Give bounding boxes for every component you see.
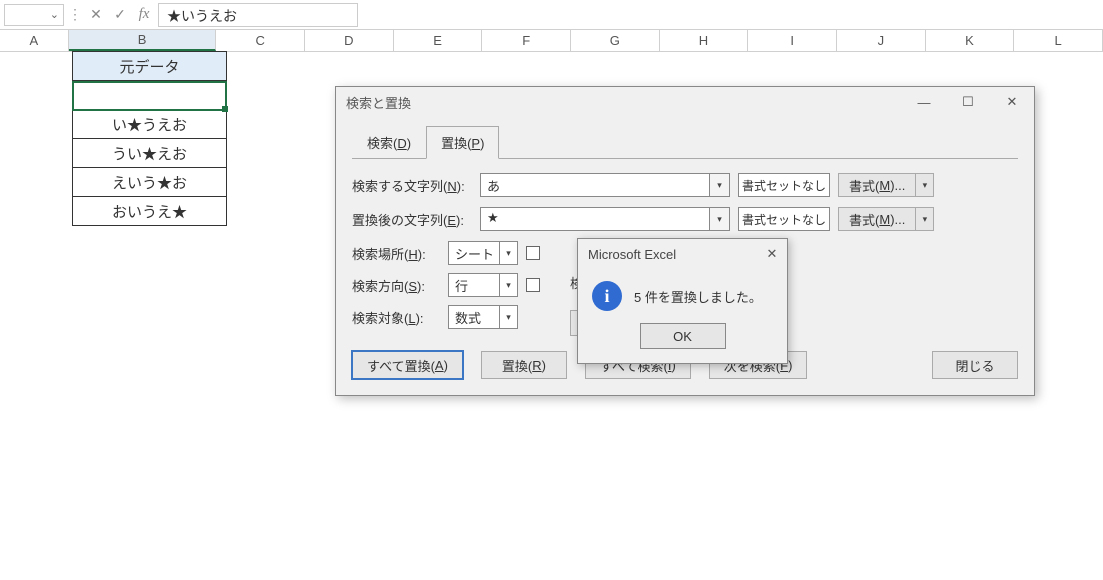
col-header-L[interactable]: L (1014, 30, 1103, 51)
ok-button[interactable]: OK (640, 323, 726, 349)
formula-bar: ⌄ ⋮ ✕ ✓ fx ★いうえお (0, 0, 1103, 30)
minimize-icon[interactable]: — (902, 87, 946, 117)
replace-format-button[interactable]: 書式(M)... ▾ (838, 207, 934, 231)
table-header[interactable]: 元データ (72, 51, 227, 81)
name-box-arrow: ⌄ (50, 8, 59, 21)
col-header-K[interactable]: K (926, 30, 1015, 51)
replace-button[interactable]: 置換(R) (481, 351, 567, 379)
replace-label: 置換後の文字列(E): (352, 210, 472, 229)
find-dropdown-icon[interactable]: ▾ (710, 173, 730, 197)
direction-label: 検索方向(S): (352, 276, 440, 295)
col-header-J[interactable]: J (837, 30, 926, 51)
checkbox[interactable] (526, 278, 540, 292)
tab-find[interactable]: 検索(D) (352, 126, 426, 159)
column-headers: A B C D E F G H I J K L (0, 30, 1103, 52)
maximize-icon[interactable]: ☐ (946, 87, 990, 117)
col-header-A[interactable]: A (0, 30, 69, 51)
within-select[interactable]: シート▾ (448, 241, 518, 265)
close-icon[interactable]: ✕ (763, 245, 781, 263)
direction-select[interactable]: 行▾ (448, 273, 518, 297)
table-row[interactable]: うい★えお (72, 138, 227, 168)
worksheet-grid[interactable]: A B C D E F G H I J K L 元データ ★いうえお い★うえお… (0, 30, 1103, 52)
col-header-C[interactable]: C (216, 30, 305, 51)
replace-dropdown-icon[interactable]: ▾ (710, 207, 730, 231)
enter-icon[interactable]: ✓ (110, 5, 130, 25)
table-row[interactable]: おいうえ★ (72, 196, 227, 226)
msgbox-title: Microsoft Excel (588, 247, 676, 262)
close-button[interactable]: 閉じる (932, 351, 1018, 379)
col-header-B[interactable]: B (69, 30, 217, 51)
info-icon: i (592, 281, 622, 311)
find-format-button[interactable]: 書式(M)... ▾ (838, 173, 934, 197)
formula-input[interactable]: ★いうえお (158, 3, 358, 27)
replace-all-button[interactable]: すべて置換(A) (352, 351, 463, 379)
msgbox-titlebar[interactable]: Microsoft Excel ✕ (578, 239, 787, 269)
msgbox-message: 5 件を置換しました。 (634, 287, 762, 306)
replace-input[interactable]: ★ (480, 207, 710, 231)
col-header-E[interactable]: E (394, 30, 483, 51)
dialog-title: 検索と置換 (346, 93, 411, 112)
dialog-titlebar[interactable]: 検索と置換 — ☐ ✕ (336, 87, 1034, 117)
lookin-label: 検索対象(L): (352, 308, 440, 327)
tab-replace[interactable]: 置換(P) (426, 126, 499, 159)
find-input[interactable]: あ (480, 173, 710, 197)
message-box: Microsoft Excel ✕ i 5 件を置換しました。 OK (577, 238, 788, 364)
within-label: 検索場所(H): (352, 244, 440, 263)
col-header-D[interactable]: D (305, 30, 394, 51)
close-icon[interactable]: ✕ (990, 87, 1034, 117)
chevron-down-icon[interactable]: ▾ (916, 173, 934, 197)
col-header-G[interactable]: G (571, 30, 660, 51)
table-row[interactable]: ★いうえお (72, 80, 227, 110)
chevron-down-icon[interactable]: ▾ (916, 207, 934, 231)
find-label: 検索する文字列(N): (352, 176, 472, 195)
fx-icon[interactable]: fx (134, 5, 154, 25)
col-header-F[interactable]: F (482, 30, 571, 51)
table-row[interactable]: い★うえお (72, 109, 227, 139)
name-box[interactable]: ⌄ (4, 4, 64, 26)
checkbox[interactable] (526, 246, 540, 260)
dialog-tabs: 検索(D) 置換(P) (352, 125, 1018, 159)
divider-icon: ⋮ (68, 6, 82, 23)
table-row[interactable]: えいう★お (72, 167, 227, 197)
col-header-H[interactable]: H (660, 30, 749, 51)
cancel-icon[interactable]: ✕ (86, 5, 106, 25)
data-table: 元データ ★いうえお い★うえお うい★えお えいう★お おいうえ★ (72, 52, 227, 226)
col-header-I[interactable]: I (748, 30, 837, 51)
find-format-state: 書式セットなし (738, 173, 830, 197)
replace-format-state: 書式セットなし (738, 207, 830, 231)
lookin-select[interactable]: 数式▾ (448, 305, 518, 329)
